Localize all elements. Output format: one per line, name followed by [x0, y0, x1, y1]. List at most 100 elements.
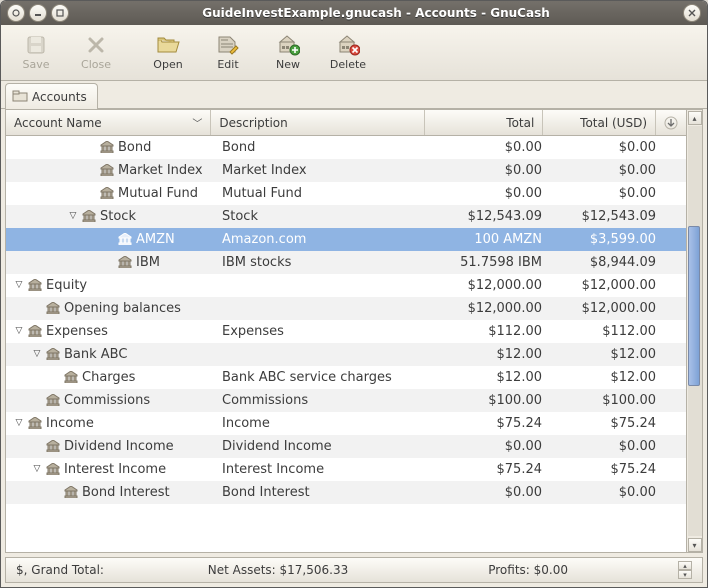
cell-account-name: ▽Equity: [6, 278, 214, 293]
column-chooser-button[interactable]: [656, 110, 686, 135]
expander-icon[interactable]: ▽: [32, 349, 42, 359]
cell-total-usd: $0.00: [550, 485, 664, 500]
cell-total-usd: $12.00: [550, 370, 664, 385]
cell-account-name: Charges: [6, 370, 214, 385]
table-row[interactable]: AMZNAmazon.com100 AMZN$3,599.00: [6, 228, 686, 251]
account-icon: [46, 440, 60, 452]
account-icon: [64, 371, 78, 383]
table-row[interactable]: CommissionsCommissions$100.00$100.00: [6, 389, 686, 412]
cell-account-name: ▽Stock: [6, 209, 214, 224]
expander-icon[interactable]: ▽: [68, 211, 78, 221]
cell-total-usd: $3,599.00: [550, 232, 664, 247]
table-row[interactable]: ▽ExpensesExpenses$112.00$112.00: [6, 320, 686, 343]
table-row[interactable]: Opening balances$12,000.00$12,000.00: [6, 297, 686, 320]
account-name-label: Market Index: [118, 163, 203, 178]
expander-icon[interactable]: ▽: [14, 326, 24, 336]
close-icon: [84, 34, 108, 56]
window-close-button[interactable]: [683, 4, 701, 22]
open-folder-icon: [156, 34, 180, 56]
cell-description: IBM stocks: [214, 255, 430, 270]
cell-total: $12.00: [430, 347, 550, 362]
tab-accounts[interactable]: Accounts: [5, 83, 98, 109]
accounts-tab-label: Accounts: [32, 90, 87, 104]
new-button[interactable]: New: [259, 29, 317, 77]
summary-spinner[interactable]: ▴ ▾: [678, 561, 692, 579]
account-icon: [28, 417, 42, 429]
cell-total-usd: $112.00: [550, 324, 664, 339]
table-row[interactable]: ▽StockStock$12,543.09$12,543.09: [6, 205, 686, 228]
table-row[interactable]: Market IndexMarket Index$0.00$0.00: [6, 159, 686, 182]
spinner-up-icon[interactable]: ▴: [678, 561, 692, 570]
scroll-up-button[interactable]: ▴: [688, 111, 702, 125]
account-name-label: Income: [46, 416, 94, 431]
account-icon: [28, 279, 42, 291]
cell-total: $12,543.09: [430, 209, 550, 224]
scroll-track[interactable]: [688, 126, 702, 536]
account-name-label: Bank ABC: [64, 347, 127, 362]
cell-total: $12,000.00: [430, 278, 550, 293]
table-row[interactable]: Bond InterestBond Interest$0.00$0.00: [6, 481, 686, 504]
column-header-total-usd[interactable]: Total (USD): [543, 110, 656, 135]
expander-icon[interactable]: ▽: [32, 464, 42, 474]
cell-total-usd: $12.00: [550, 347, 664, 362]
table-row[interactable]: ▽IncomeIncome$75.24$75.24: [6, 412, 686, 435]
expander-icon[interactable]: ▽: [14, 418, 24, 428]
table-row[interactable]: Mutual FundMutual Fund$0.00$0.00: [6, 182, 686, 205]
cell-total-usd: $75.24: [550, 416, 664, 431]
cell-total: $0.00: [430, 163, 550, 178]
cell-account-name: IBM: [6, 255, 214, 270]
window-maximize-button[interactable]: [51, 4, 69, 22]
column-header-account-name[interactable]: Account Name ﹀: [6, 110, 211, 135]
account-icon: [64, 486, 78, 498]
scroll-down-button[interactable]: ▾: [688, 538, 702, 552]
cell-total-usd: $0.00: [550, 186, 664, 201]
table-row[interactable]: BondBond$0.00$0.00: [6, 136, 686, 159]
delete-button[interactable]: Delete: [319, 29, 377, 77]
scroll-thumb[interactable]: [688, 226, 700, 386]
cell-description: Mutual Fund: [214, 186, 430, 201]
column-header-total[interactable]: Total: [425, 110, 544, 135]
accounts-tab-icon: [12, 88, 28, 105]
table-row[interactable]: IBMIBM stocks51.7598 IBM$8,944.09: [6, 251, 686, 274]
account-icon: [82, 210, 96, 222]
summary-profits: Profits: $0.00: [488, 563, 568, 577]
cell-total-usd: $12,543.09: [550, 209, 664, 224]
cell-account-name: Bond: [6, 140, 214, 155]
cell-account-name: ▽ Income: [6, 416, 214, 431]
account-icon: [100, 164, 114, 176]
cell-total: $0.00: [430, 186, 550, 201]
summary-bar: $, Grand Total: Net Assets: $17,506.33 P…: [5, 557, 703, 583]
cell-description: Market Index: [214, 163, 430, 178]
main-toolbar: Save Close Open Edit New: [1, 25, 707, 81]
account-icon: [100, 141, 114, 153]
account-name-label: Dividend Income: [64, 439, 174, 454]
edit-button[interactable]: Edit: [199, 29, 257, 77]
open-button[interactable]: Open: [139, 29, 197, 77]
save-label: Save: [22, 58, 49, 71]
cell-total: $112.00: [430, 324, 550, 339]
table-row[interactable]: ▽ Bank ABC $12.00$12.00: [6, 343, 686, 366]
close-button: Close: [67, 29, 125, 77]
cell-account-name: ▽Expenses: [6, 324, 214, 339]
cell-total: $12.00: [430, 370, 550, 385]
column-header-description[interactable]: Description: [211, 110, 424, 135]
expander-icon[interactable]: ▽: [14, 280, 24, 290]
table-row[interactable]: ChargesBank ABC service charges$12.00$12…: [6, 366, 686, 389]
cell-total: $0.00: [430, 140, 550, 155]
account-icon: [46, 348, 60, 360]
new-label: New: [276, 58, 300, 71]
spinner-down-icon[interactable]: ▾: [678, 570, 692, 579]
edit-icon: [216, 34, 240, 56]
vertical-scrollbar[interactable]: ▴ ▾: [687, 109, 703, 553]
table-row[interactable]: Dividend IncomeDividend Income$0.00$0.00: [6, 435, 686, 458]
window-minimize-button[interactable]: [29, 4, 47, 22]
account-name-label: Opening balances: [64, 301, 181, 316]
window-menu-button[interactable]: [7, 4, 25, 22]
account-name-label: AMZN: [136, 232, 175, 247]
save-button: Save: [7, 29, 65, 77]
table-row[interactable]: ▽Interest IncomeInterest Income$75.24$75…: [6, 458, 686, 481]
cell-description: Bond: [214, 140, 430, 155]
table-row[interactable]: ▽Equity$12,000.00$12,000.00: [6, 274, 686, 297]
sort-indicator-icon: ﹀: [192, 115, 202, 130]
close-label: Close: [81, 58, 111, 71]
